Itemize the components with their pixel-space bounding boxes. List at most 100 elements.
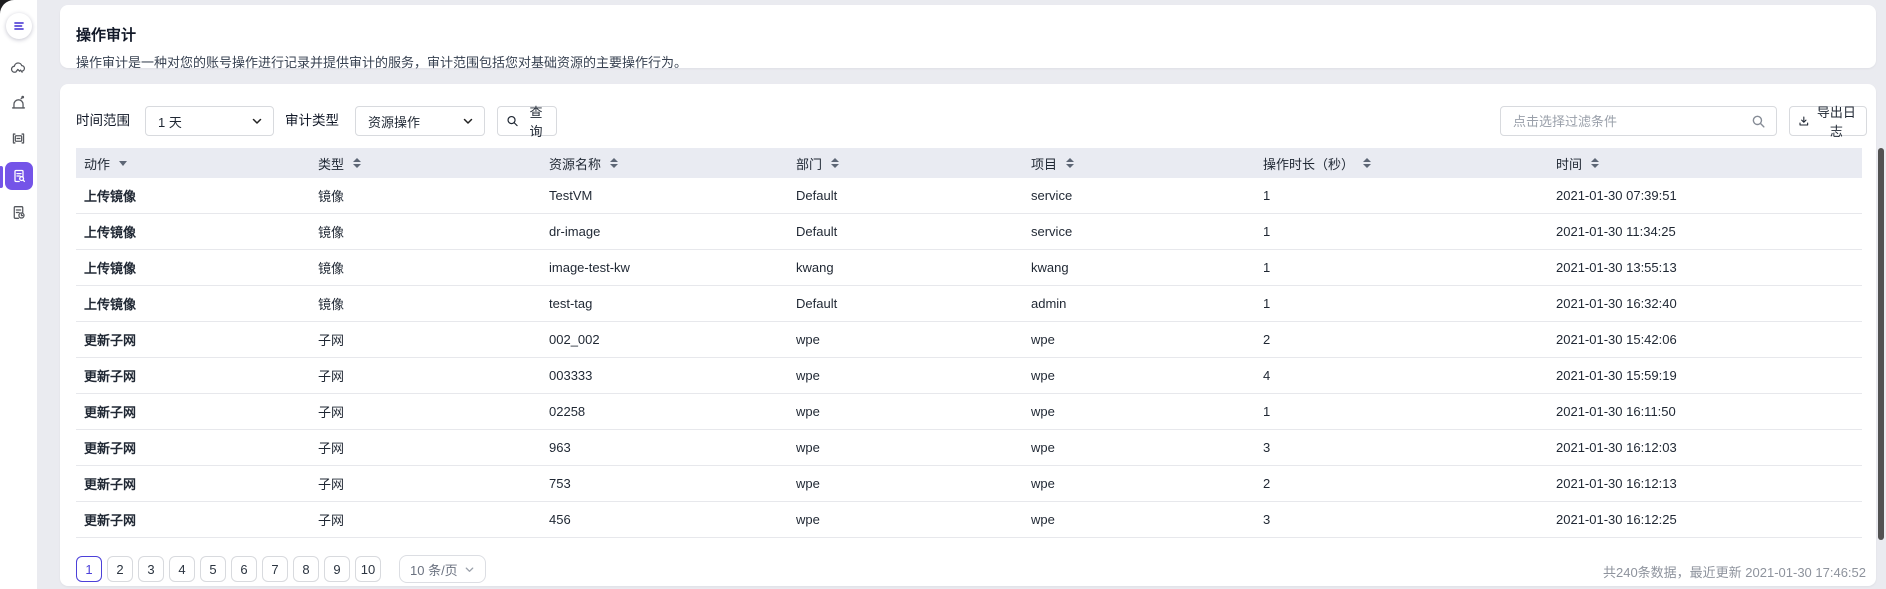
table-cell: 1 xyxy=(1255,250,1548,286)
page-button-9[interactable]: 9 xyxy=(324,556,350,582)
table-cell: Default xyxy=(788,214,1023,250)
table-cell: 子网 xyxy=(310,466,541,502)
sidebar-item-history[interactable] xyxy=(5,198,33,226)
sort-icon[interactable] xyxy=(1066,158,1074,168)
page: 操作审计 操作审计是一种对您的账号操作进行记录并提供审计的服务，审计范围包括您对… xyxy=(0,0,1886,589)
sidebar xyxy=(0,0,37,589)
column-header[interactable]: 动作 xyxy=(76,148,310,178)
page-button-8[interactable]: 8 xyxy=(293,556,319,582)
alarm-icon xyxy=(9,94,28,113)
audit-table: 动作 类型资源名称 部门项目 操作时长（秒） 时间 上传镜像镜像TestVMDefaul… xyxy=(76,148,1862,538)
table-row[interactable]: 更新子网子网02258wpewpe12021-01-30 16:11:50 xyxy=(76,394,1862,430)
time-range-value: 1 天 xyxy=(158,112,182,131)
table-row[interactable]: 更新子网子网753wpewpe22021-01-30 16:12:13 xyxy=(76,466,1862,502)
table-cell: 上传镜像 xyxy=(76,286,310,322)
table-row[interactable]: 上传镜像镜像TestVMDefaultservice12021-01-30 07… xyxy=(76,178,1862,214)
search-icon[interactable] xyxy=(1751,114,1766,129)
vertical-scrollbar[interactable] xyxy=(1878,148,1884,540)
page-button-10[interactable]: 10 xyxy=(355,556,381,582)
table-cell: 1 xyxy=(1255,178,1548,214)
filter-condition-input[interactable] xyxy=(1501,107,1751,135)
table-cell: 更新子网 xyxy=(76,322,310,358)
table-cell: 2021-01-30 07:39:51 xyxy=(1548,178,1862,214)
table-cell: 02258 xyxy=(541,394,788,430)
table-cell: kwang xyxy=(1023,250,1255,286)
table-cell: wpe xyxy=(788,502,1023,538)
column-label: 项目 xyxy=(1031,154,1057,173)
column-label: 动作 xyxy=(84,154,110,173)
table-cell: wpe xyxy=(1023,466,1255,502)
page-size-select[interactable]: 10 条/页 xyxy=(399,555,486,583)
table-cell: 2 xyxy=(1255,322,1548,358)
table-cell: 更新子网 xyxy=(76,466,310,502)
column-header[interactable]: 资源名称 xyxy=(541,148,788,178)
sort-icon[interactable] xyxy=(353,158,361,168)
sort-icon[interactable] xyxy=(1591,158,1599,168)
sort-icon[interactable] xyxy=(1363,158,1371,168)
table-cell: 上传镜像 xyxy=(76,250,310,286)
audit-type-select[interactable]: 资源操作 xyxy=(355,106,485,136)
time-range-select[interactable]: 1 天 xyxy=(145,106,274,136)
table-cell: 2021-01-30 16:32:40 xyxy=(1548,286,1862,322)
table-cell: 更新子网 xyxy=(76,358,310,394)
sidebar-menu-button[interactable] xyxy=(6,13,32,39)
column-header[interactable]: 项目 xyxy=(1023,148,1255,178)
table-row[interactable]: 更新子网子网456wpewpe32021-01-30 16:12:25 xyxy=(76,502,1862,538)
page-button-5[interactable]: 5 xyxy=(200,556,226,582)
table-row[interactable]: 更新子网子网963wpewpe32021-01-30 16:12:03 xyxy=(76,430,1862,466)
table-cell: service xyxy=(1023,214,1255,250)
page-title: 操作审计 xyxy=(76,24,136,45)
table-cell: 子网 xyxy=(310,322,541,358)
column-label: 操作时长（秒） xyxy=(1263,154,1354,173)
table-row[interactable]: 更新子网子网003333wpewpe42021-01-30 15:59:19 xyxy=(76,358,1862,394)
table-cell: 002_002 xyxy=(541,322,788,358)
page-button-1[interactable]: 1 xyxy=(76,556,102,582)
table-cell: 更新子网 xyxy=(76,502,310,538)
table-cell: Default xyxy=(788,286,1023,322)
table-cell: admin xyxy=(1023,286,1255,322)
column-header[interactable]: 部门 xyxy=(788,148,1023,178)
time-range-label: 时间范围 xyxy=(76,106,130,136)
table-cell: 镜像 xyxy=(310,178,541,214)
export-button-label: 导出日志 xyxy=(1815,102,1858,140)
table-cell: 2021-01-30 16:12:03 xyxy=(1548,430,1862,466)
page-button-2[interactable]: 2 xyxy=(107,556,133,582)
export-logs-button[interactable]: 导出日志 xyxy=(1789,106,1867,136)
table-cell: wpe xyxy=(1023,394,1255,430)
query-button[interactable]: 查询 xyxy=(497,106,557,136)
sort-icon[interactable] xyxy=(831,158,839,168)
table-cell: service xyxy=(1023,178,1255,214)
sidebar-item-alarm[interactable] xyxy=(5,89,33,117)
table-row[interactable]: 上传镜像镜像dr-imageDefaultservice12021-01-30 … xyxy=(76,214,1862,250)
table-row[interactable]: 上传镜像镜像test-tagDefaultadmin12021-01-30 16… xyxy=(76,286,1862,322)
page-button-4[interactable]: 4 xyxy=(169,556,195,582)
page-button-6[interactable]: 6 xyxy=(231,556,257,582)
page-size-value: 10 条/页 xyxy=(410,560,458,579)
table-cell: 1 xyxy=(1255,214,1548,250)
download-icon xyxy=(1798,114,1810,128)
page-button-7[interactable]: 7 xyxy=(262,556,288,582)
table-row[interactable]: 更新子网子网002_002wpewpe22021-01-30 15:42:06 xyxy=(76,322,1862,358)
column-header[interactable]: 类型 xyxy=(310,148,541,178)
table-cell: Default xyxy=(788,178,1023,214)
table-row[interactable]: 上传镜像镜像image-test-kwkwangkwang12021-01-30… xyxy=(76,250,1862,286)
sort-icon[interactable] xyxy=(610,158,618,168)
sidebar-item-cloud[interactable] xyxy=(5,54,33,82)
chevron-down-icon xyxy=(464,564,475,575)
sidebar-item-audit[interactable] xyxy=(5,162,33,190)
table-cell: wpe xyxy=(788,430,1023,466)
page-button-3[interactable]: 3 xyxy=(138,556,164,582)
column-label: 资源名称 xyxy=(549,154,601,173)
sort-desc-icon[interactable] xyxy=(119,161,127,166)
audit-type-value: 资源操作 xyxy=(368,112,420,131)
table-cell: dr-image xyxy=(541,214,788,250)
table-cell: 上传镜像 xyxy=(76,178,310,214)
column-header[interactable]: 操作时长（秒） xyxy=(1255,148,1548,178)
table-cell: wpe xyxy=(1023,502,1255,538)
table-cell: 上传镜像 xyxy=(76,214,310,250)
sidebar-item-images[interactable] xyxy=(5,124,33,152)
pagination: 12345678910 10 条/页 xyxy=(76,555,486,583)
column-label: 时间 xyxy=(1556,154,1582,173)
column-header[interactable]: 时间 xyxy=(1548,148,1862,178)
table-cell: 1 xyxy=(1255,286,1548,322)
